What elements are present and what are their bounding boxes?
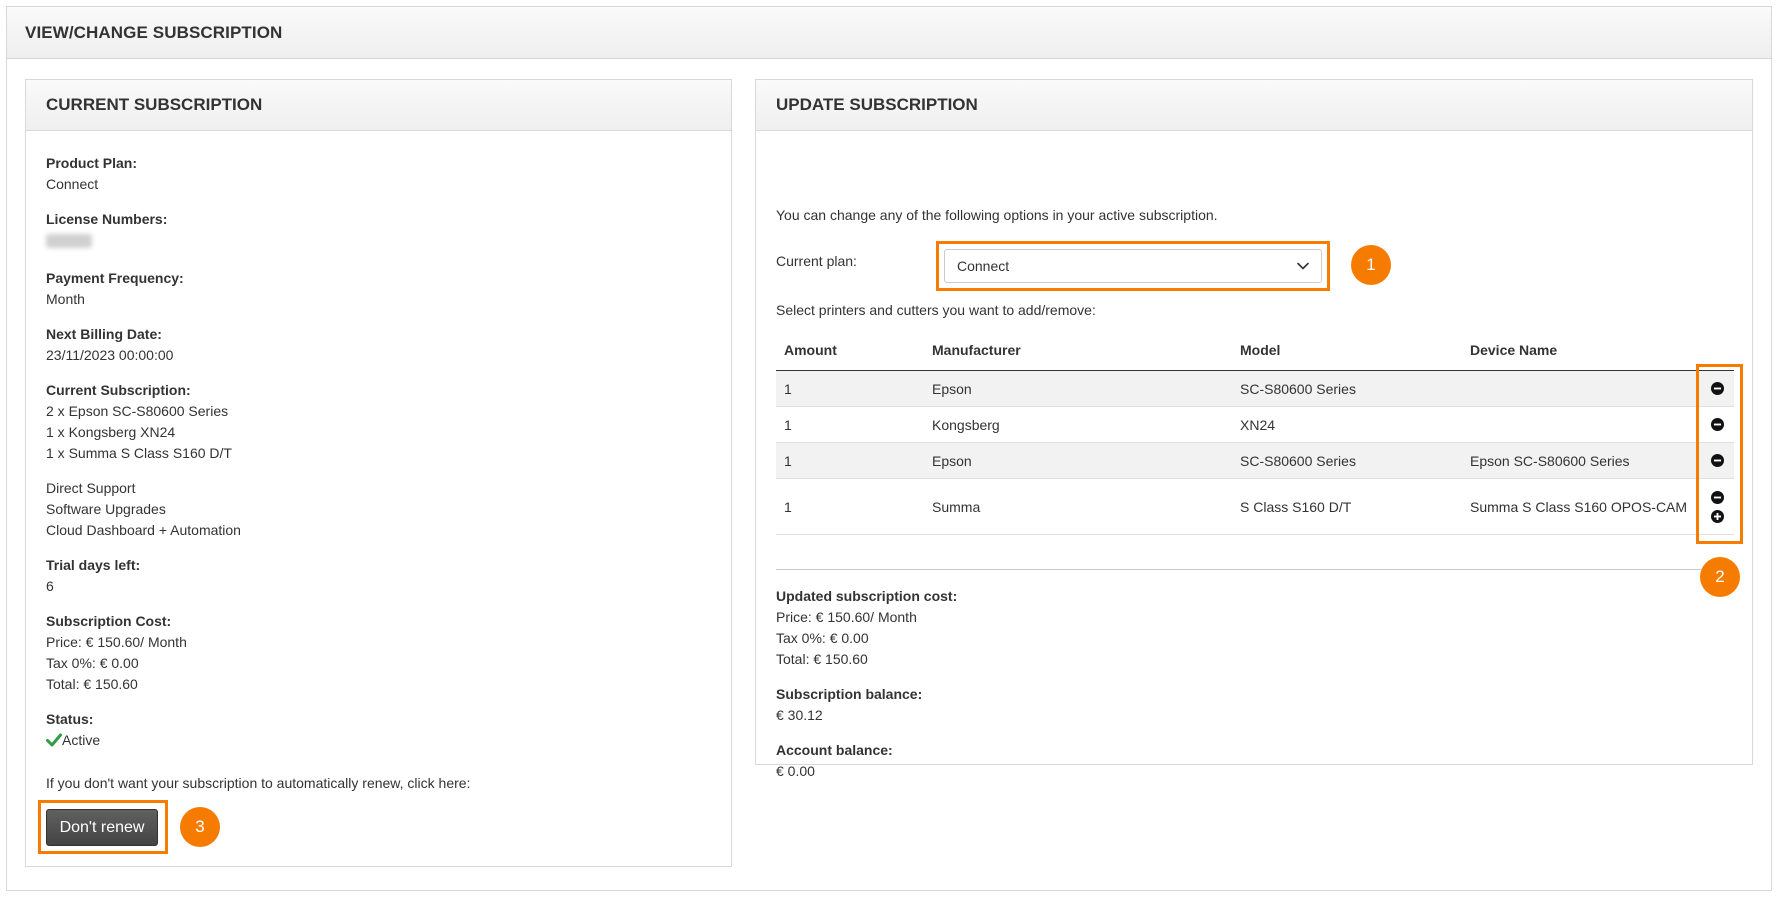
- subscription-cost-field: Subscription Cost: Price: € 150.60/ Mont…: [46, 611, 711, 695]
- page-header: VIEW/CHANGE SUBSCRIPTION: [7, 7, 1771, 59]
- table-row: 1 Summa S Class S160 D/T Summa S Class S…: [776, 479, 1734, 535]
- updated-cost-field: Updated subscription cost: Price: € 150.…: [776, 586, 957, 670]
- cell-manufacturer: Kongsberg: [932, 416, 1000, 433]
- annotation-badge-1: 1: [1351, 245, 1391, 285]
- price-value: Price: € 150.60/ Month: [46, 634, 187, 650]
- subscription-balance-value: € 30.12: [776, 707, 823, 723]
- update-intro-text: You can change any of the following opti…: [776, 207, 1218, 223]
- checkmark-icon: [46, 733, 62, 747]
- features-field: Direct Support Software Upgrades Cloud D…: [46, 478, 711, 541]
- dont-renew-button[interactable]: Don't renew: [46, 809, 158, 846]
- current-subscription-header: CURRENT SUBSCRIPTION: [26, 80, 731, 131]
- next-billing-value: 23/11/2023 00:00:00: [46, 347, 174, 363]
- renew-note: If you don't want your subscription to a…: [46, 775, 471, 791]
- payment-frequency-field: Payment Frequency: Month: [46, 268, 711, 310]
- col-header-manufacturer: Manufacturer: [932, 342, 1021, 358]
- subscription-cost-label: Subscription Cost:: [46, 613, 172, 629]
- updated-total-value: Total: € 150.60: [776, 651, 868, 667]
- subscription-item: 1 x Kongsberg XN24: [46, 424, 176, 440]
- current-subscription-title: CURRENT SUBSCRIPTION: [46, 95, 263, 114]
- current-subscription-panel: CURRENT SUBSCRIPTION Product Plan: Conne…: [25, 79, 732, 867]
- current-subscription-items-field: Current Subscription: 2 x Epson SC-S8060…: [46, 380, 711, 464]
- status-value: Active: [62, 732, 101, 748]
- subscription-item: 2 x Epson SC-S80600 Series: [46, 403, 229, 419]
- product-plan-value: Connect: [46, 176, 99, 192]
- cell-model: SC-S80600 Series: [1240, 380, 1356, 397]
- cell-model: SC-S80600 Series: [1240, 452, 1356, 469]
- updated-cost-block: Updated subscription cost: Price: € 150.…: [776, 586, 957, 796]
- trial-days-value: 6: [46, 578, 54, 594]
- cell-amount: 1: [784, 498, 792, 515]
- subscription-balance-field: Subscription balance: € 30.12: [776, 684, 957, 726]
- page-title: VIEW/CHANGE SUBSCRIPTION: [25, 22, 283, 42]
- license-numbers-label: License Numbers:: [46, 211, 168, 227]
- devices-table: Amount Manufacturer Model Device Name 1 …: [776, 330, 1734, 535]
- dont-renew-highlight: Don't renew: [38, 800, 168, 854]
- cell-device-name: Epson SC-S80600 Series: [1470, 452, 1630, 469]
- status-field: Status: Active: [46, 709, 711, 751]
- cell-model: S Class S160 D/T: [1240, 498, 1352, 515]
- feature-item: Software Upgrades: [46, 501, 166, 517]
- next-billing-label: Next Billing Date:: [46, 326, 162, 342]
- current-plan-value: Connect: [957, 258, 1010, 274]
- col-header-model: Model: [1240, 342, 1281, 358]
- license-numbers-field: License Numbers:: [46, 209, 711, 254]
- current-subscription-label: Current Subscription:: [46, 382, 191, 398]
- update-subscription-panel: UPDATE SUBSCRIPTION You can change any o…: [755, 79, 1753, 779]
- cell-manufacturer: Summa: [932, 498, 981, 515]
- status-label: Status:: [46, 711, 94, 727]
- update-subscription-title: UPDATE SUBSCRIPTION: [776, 95, 978, 114]
- product-plan-label: Product Plan:: [46, 155, 138, 171]
- updated-price-value: Price: € 150.60/ Month: [776, 609, 917, 625]
- trial-days-field: Trial days left: 6: [46, 555, 711, 597]
- tax-value: Tax 0%: € 0.00: [46, 655, 139, 671]
- account-balance-value: € 0.00: [776, 763, 815, 779]
- cell-amount: 1: [784, 416, 792, 433]
- col-header-device-name: Device Name: [1470, 342, 1558, 358]
- feature-item: Direct Support: [46, 480, 136, 496]
- account-balance-field: Account balance: € 0.00: [776, 740, 957, 782]
- payment-frequency-value: Month: [46, 291, 85, 307]
- status-value-wrap: Active: [46, 730, 711, 751]
- payment-frequency-label: Payment Frequency:: [46, 270, 184, 286]
- trial-days-label: Trial days left:: [46, 557, 141, 573]
- update-subscription-header: UPDATE SUBSCRIPTION: [756, 80, 1752, 131]
- col-header-amount: Amount: [784, 342, 837, 358]
- annotation-badge-3: 3: [180, 807, 220, 847]
- subscription-item: 1 x Summa S Class S160 D/T: [46, 445, 232, 461]
- next-billing-field: Next Billing Date: 23/11/2023 00:00:00: [46, 324, 711, 366]
- cell-model: XN24: [1240, 416, 1276, 433]
- cell-manufacturer: Epson: [932, 452, 972, 469]
- annotation-badge-2: 2: [1700, 557, 1740, 597]
- cell-manufacturer: Epson: [932, 380, 972, 397]
- total-value: Total: € 150.60: [46, 676, 138, 692]
- current-plan-highlight: Connect: [936, 241, 1330, 291]
- table-row: 1 Kongsberg XN24: [776, 407, 1734, 443]
- account-balance-label: Account balance:: [776, 742, 893, 758]
- chevron-down-icon: [1297, 262, 1309, 270]
- table-row: 1 Epson SC-S80600 Series: [776, 371, 1734, 407]
- cell-amount: 1: [784, 452, 792, 469]
- feature-item: Cloud Dashboard + Automation: [46, 522, 241, 538]
- subscription-balance-label: Subscription balance:: [776, 686, 923, 702]
- select-devices-hint: Select printers and cutters you want to …: [776, 302, 1096, 318]
- current-plan-select[interactable]: Connect: [944, 249, 1322, 283]
- updated-cost-label: Updated subscription cost:: [776, 588, 958, 604]
- cell-amount: 1: [784, 380, 792, 397]
- device-actions-highlight: [1696, 364, 1743, 544]
- license-number-redacted: [46, 234, 92, 248]
- table-header-row: Amount Manufacturer Model Device Name: [776, 330, 1734, 371]
- current-plan-label: Current plan:: [776, 253, 857, 269]
- cell-device-name: Summa S Class S160 OPOS-CAM: [1470, 498, 1688, 515]
- updated-tax-value: Tax 0%: € 0.00: [776, 630, 869, 646]
- table-row: 1 Epson SC-S80600 Series Epson SC-S80600…: [776, 443, 1734, 479]
- product-plan-field: Product Plan: Connect: [46, 153, 711, 195]
- divider: [776, 569, 1734, 570]
